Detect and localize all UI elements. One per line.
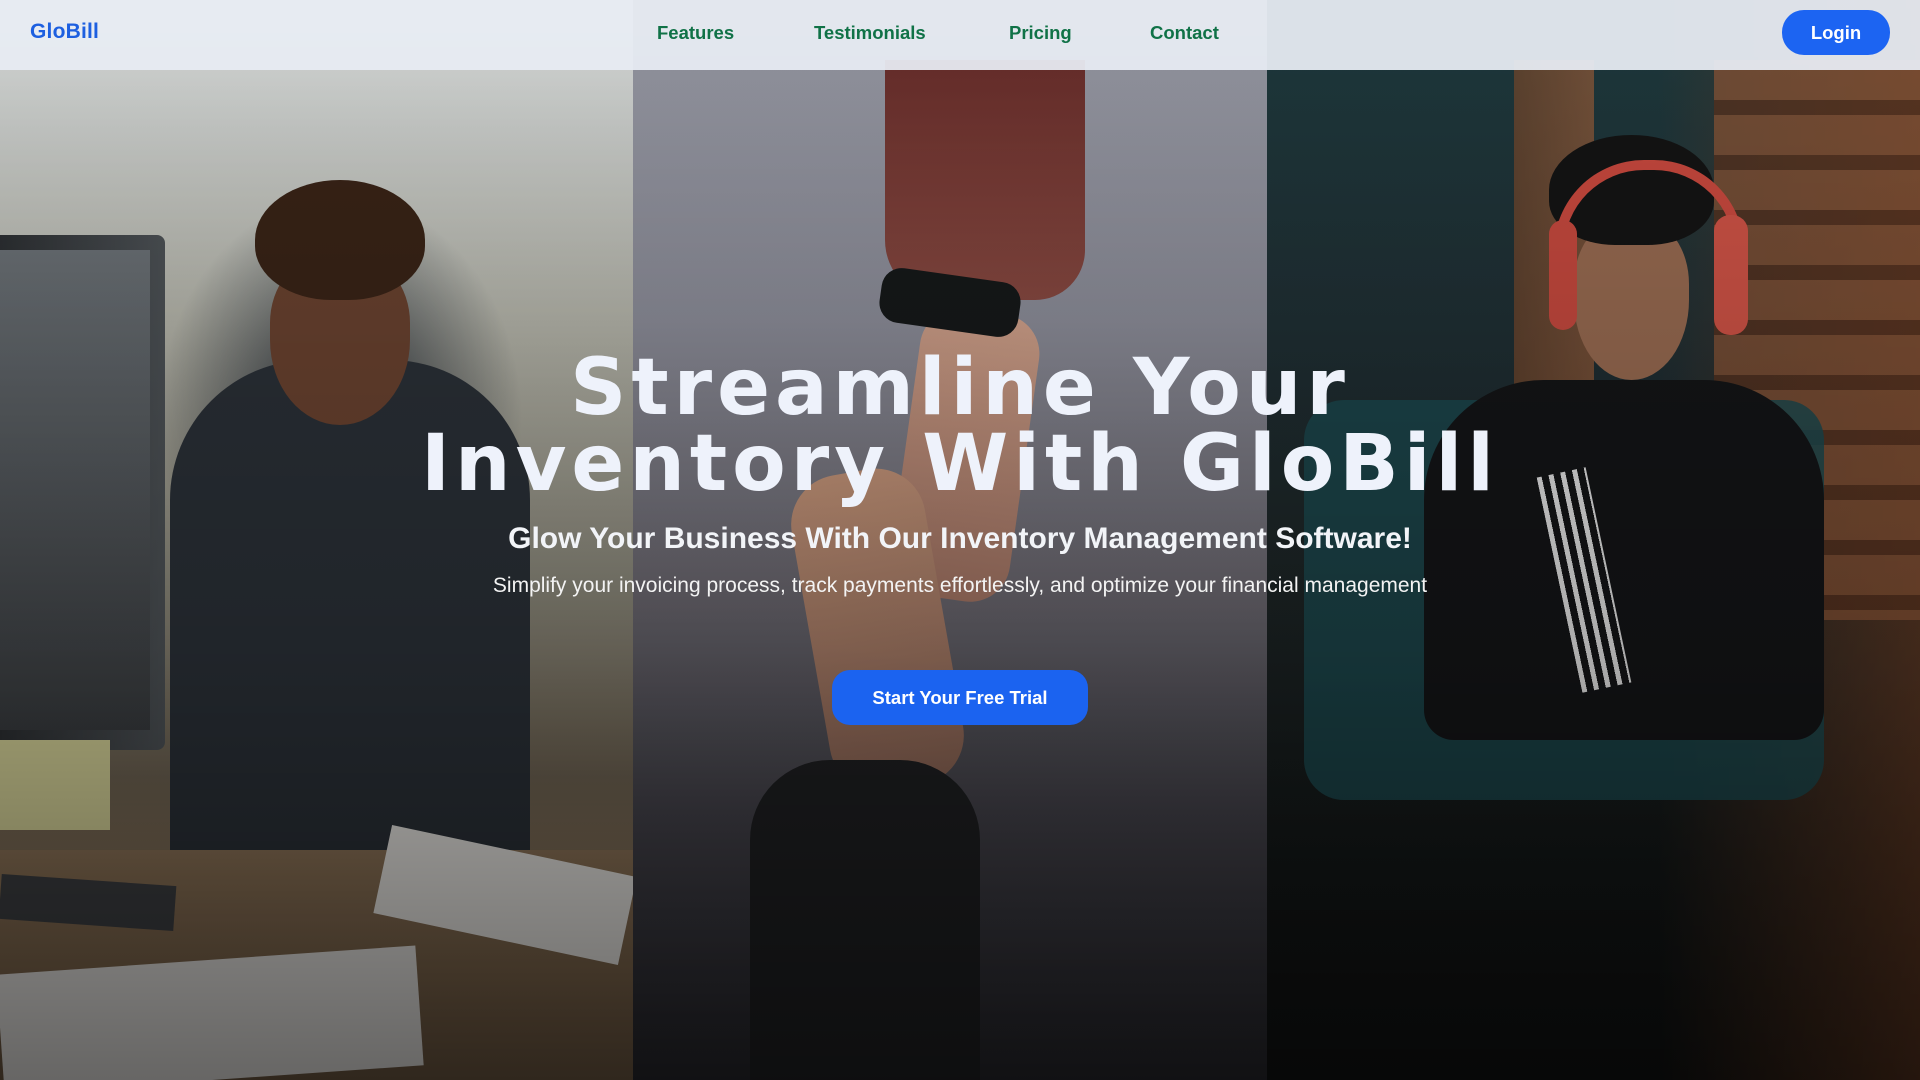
hero-title-line-2: Inventory With GloBill (421, 419, 1499, 509)
nav-link-contact[interactable]: Contact (1150, 22, 1219, 44)
nav-link-features[interactable]: Features (657, 22, 734, 44)
hero-subtitle: Glow Your Business With Our Inventory Ma… (508, 522, 1412, 555)
hero-description: Simplify your invoicing process, track p… (492, 574, 1428, 597)
nav-link-testimonials[interactable]: Testimonials (814, 22, 926, 44)
start-free-trial-button[interactable]: Start Your Free Trial (832, 670, 1088, 725)
hero-title: Streamline Your Inventory With GloBill (0, 349, 1920, 503)
top-navbar: GloBill Features Testimonials Pricing Co… (0, 0, 1920, 70)
login-button[interactable]: Login (1782, 10, 1890, 55)
nav-links: Features Testimonials Pricing Contact (0, 0, 1920, 70)
nav-link-pricing[interactable]: Pricing (1009, 22, 1072, 44)
